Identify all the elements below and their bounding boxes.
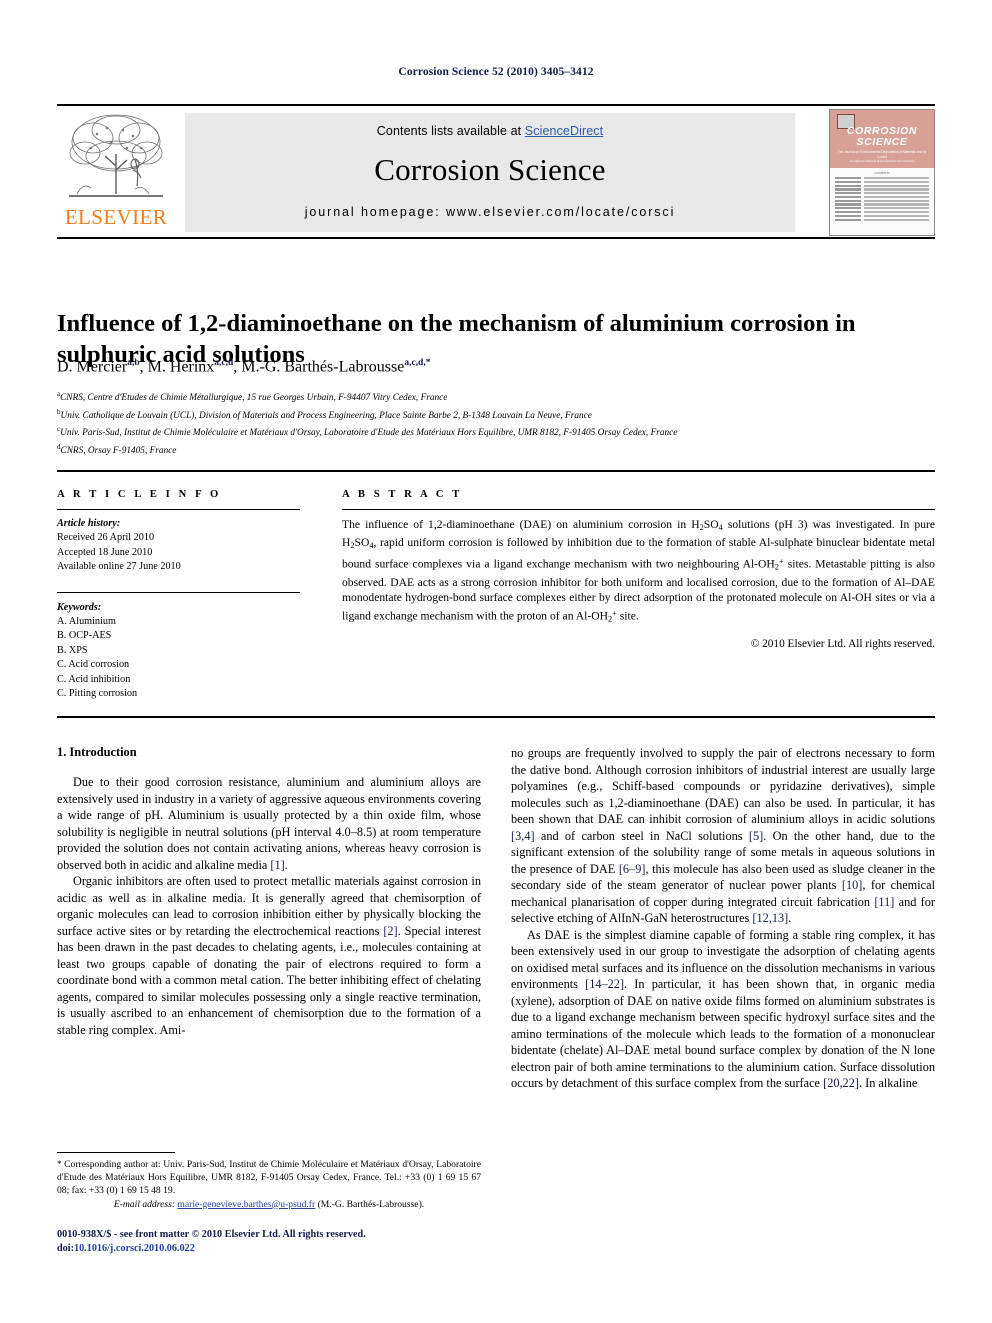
elsevier-logo: ELSEVIER [57, 108, 175, 235]
cover-contents-row [835, 211, 929, 214]
affiliation-text: Univ. Paris-Sud, Institut de Chimie Molé… [60, 428, 678, 439]
email-line: E-mail address: marie-genevieve.barthes@… [57, 1199, 481, 1212]
email-link[interactable]: marie-genevieve.barthes@u-psud.fr [177, 1199, 315, 1210]
affiliation-text: Univ. Catholique de Louvain (UCL), Divis… [60, 410, 592, 421]
article-info-panel: A R T I C L E I N F O Article history: R… [57, 489, 300, 701]
corresponding-author-text: * Corresponding author at: Univ. Paris-S… [57, 1159, 481, 1196]
affiliation-text: CNRS, Orsay F-91405, France [60, 446, 177, 457]
doi-value[interactable]: 10.1016/j.corsci.2010.06.022 [74, 1243, 195, 1254]
keyword-item: B. XPS [57, 644, 88, 656]
doi-line: doi:10.1016/j.corsci.2010.06.022 [57, 1242, 527, 1256]
affiliation-item: cUniv. Paris-Sud, Institut de Chimie Mol… [57, 423, 937, 441]
affiliation-text: CNRS, Centre d'Etudes de Chimie Métallur… [60, 393, 448, 404]
copyright-notice: © 2010 Elsevier Ltd. All rights reserved… [750, 637, 935, 650]
body-paragraph: As DAE is the simplest diamine capable o… [511, 927, 936, 1091]
footnote-divider [57, 1152, 175, 1153]
cover-contents-row [835, 177, 929, 180]
abstract-text: The influence of 1,2-diaminoethane (DAE)… [342, 518, 936, 624]
cover-contents-row [835, 195, 929, 199]
article-page: Corrosion Science 52 (2010) 3405–3412 EL… [0, 0, 992, 1323]
elsevier-wordmark: ELSEVIER [64, 205, 168, 229]
affiliation-item: bUniv. Catholique de Louvain (UCL), Divi… [57, 406, 937, 424]
journal-title: Corrosion Science [374, 152, 606, 187]
cover-contents-row [835, 199, 929, 202]
corresponding-author-footnote: * Corresponding author at: Univ. Paris-S… [57, 1158, 481, 1212]
author-affil-marker[interactable]: a,c,d,* [404, 358, 430, 368]
contents-prefix: Contents lists available at [376, 124, 525, 138]
email-label: E-mail address: [113, 1198, 176, 1210]
author-affil-marker[interactable]: a,c,d [214, 358, 233, 368]
sciencedirect-link[interactable]: ScienceDirect [525, 124, 603, 138]
cover-contents-row [835, 184, 929, 187]
section-heading-introduction: 1. Introduction [57, 745, 137, 759]
cover-contents-row [835, 207, 929, 210]
article-history-label: Article history: [57, 518, 121, 529]
affiliation-item: aCNRS, Centre d'Etudes de Chimie Métallu… [57, 388, 937, 406]
journal-homepage-link[interactable]: journal homepage: www.elsevier.com/locat… [185, 205, 795, 219]
body-paragraph: Organic inhibitors are often used to pro… [57, 874, 481, 1037]
imprint-block: 0010-938X/$ - see front matter © 2010 El… [57, 1228, 527, 1255]
keyword-item: A. Aluminium [57, 616, 116, 628]
keyword-item: C. Acid inhibition [57, 673, 131, 685]
keyword-item: B. OCP-AES [57, 630, 112, 642]
cover-contents-preview: CONTENTS [830, 168, 934, 234]
cover-header: CORROSION SCIENCE The Journal on Environ… [830, 110, 934, 168]
keyword-item: C. Pitting corrosion [57, 688, 138, 700]
email-owner: (M.-G. Barthés-Labrousse). [317, 1198, 425, 1210]
author-list: D. Merciera,b, M. Herinxa,c,d, M.-G. Bar… [57, 358, 431, 376]
journal-masthead: ELSEVIER Contents lists available at Sci… [57, 104, 935, 239]
cover-title-line2: SCIENCE [856, 136, 908, 148]
contents-line: Contents lists available at ScienceDirec… [185, 113, 795, 138]
article-info-heading: A R T I C L E I N F O [57, 489, 222, 500]
body-paragraph: no groups are frequently involved to sup… [511, 746, 935, 925]
cover-contents-row [835, 180, 929, 183]
author-name: D. Mercier [57, 358, 128, 376]
abstract-divider [342, 509, 935, 510]
affiliation-item: dCNRS, Orsay F-91405, France [57, 441, 937, 459]
affiliation-list: aCNRS, Centre d'Etudes de Chimie Métallu… [57, 388, 937, 459]
cover-contents-row [835, 218, 929, 221]
journal-cover-thumbnail[interactable]: CORROSION SCIENCE The Journal on Environ… [829, 109, 935, 236]
doi-label: doi: [57, 1242, 74, 1254]
abstract-heading: A B S T R A C T [342, 489, 463, 500]
body-column-left: 1. Introduction Due to their good corros… [57, 745, 481, 1038]
keywords-block: Keywords: A. Aluminium B. OCP-AES B. XPS… [57, 601, 300, 702]
abstract-panel: A B S T R A C T The influence of 1,2-dia… [342, 489, 935, 650]
author-affil-marker[interactable]: a,b [127, 358, 139, 368]
running-head: Corrosion Science 52 (2010) 3405–3412 [398, 66, 594, 78]
author-name: M.-G. Barthés-Labrousse [241, 358, 405, 376]
cover-contents-row [835, 214, 929, 217]
article-history-item: Accepted 18 June 2010 [57, 546, 153, 558]
body-paragraph: Due to their good corrosion resistance, … [57, 775, 481, 872]
cover-subtitle-secondary: An Official Journal of the Institute of … [849, 159, 915, 163]
cover-contents-row [835, 203, 929, 206]
article-history-item: Available online 27 June 2010 [57, 561, 181, 573]
info-band-bottom-divider [57, 716, 935, 718]
keywords-divider [57, 591, 300, 593]
elsevier-tree-icon [69, 114, 163, 197]
journal-banner: Contents lists available at ScienceDirec… [185, 113, 795, 232]
issn-copyright-line: 0010-938X/$ - see front matter © 2010 El… [57, 1229, 366, 1240]
cover-title: CORROSION SCIENCE [830, 126, 934, 148]
cover-contents-row [835, 192, 929, 195]
body-column-right: no groups are frequently involved to sup… [511, 745, 935, 1092]
keywords-label: Keywords: [57, 601, 102, 613]
cover-contents-row [835, 188, 929, 191]
article-info-divider [57, 509, 300, 510]
info-band-top-divider [57, 470, 935, 472]
author-name: M. Herinx [147, 358, 215, 376]
cover-contents-label: CONTENTS [874, 171, 890, 175]
article-history-item: Received 26 April 2010 [57, 532, 155, 544]
keyword-item: C. Acid corrosion [57, 659, 130, 671]
